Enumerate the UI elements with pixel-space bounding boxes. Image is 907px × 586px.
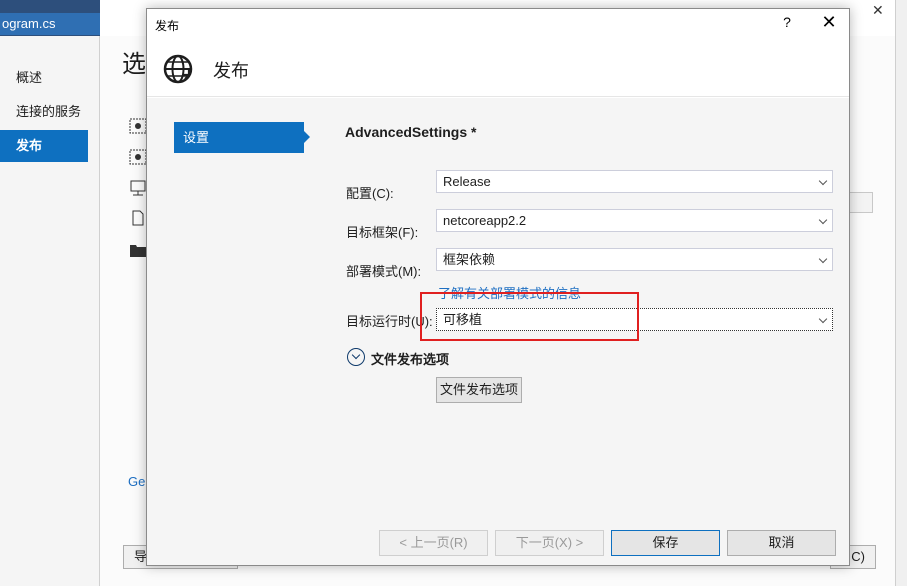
dialog-header-title: 发布 [213,61,249,81]
close-button[interactable]: ✕ [817,12,841,36]
step-settings[interactable]: 设置 [174,122,310,153]
chevron-down-icon [818,176,828,186]
target-framework-select[interactable]: netcoreapp2.2 [436,209,833,232]
background-link[interactable]: Ge [128,474,145,489]
cancel-button[interactable]: 取消 [727,530,836,556]
sidebar-item-connected-services[interactable]: 连接的服务 [0,96,88,128]
target-runtime-select[interactable]: 可移植 [436,308,833,331]
deployment-mode-select[interactable]: 框架依赖 [436,248,833,271]
chevron-down-icon [818,314,828,324]
sidebar-item-overview[interactable]: 概述 [0,62,88,94]
configuration-label: 配置(C): [346,186,394,201]
dialog-title: 发布 [155,19,180,33]
deployment-mode-info-link[interactable]: 了解有关部署模式的信息 [438,283,581,302]
dialog-titlebar: 发布 ? ✕ [147,9,849,39]
background-heading: 选 [122,51,146,78]
background-sidebar: 概述 连接的服务 发布 [0,36,100,586]
previous-button[interactable]: < 上一页(R) [379,530,488,556]
dialog-header: 发布 [147,39,849,97]
chevron-down-icon [818,254,828,264]
sidebar-item-publish[interactable]: 发布 [0,130,88,162]
dialog-body: 设置 AdvancedSettings * 配置(C): Release 目标框… [147,98,849,565]
target-runtime-value: 可移植 [443,312,483,327]
target-azure-icon[interactable] [129,149,147,165]
deployment-mode-value: 框架依赖 [443,252,496,267]
background-close-icon[interactable]: ✕ [872,2,884,19]
file-publish-options-button[interactable]: 文件发布选项 [436,377,522,403]
section-title: AdvancedSettings * [345,124,477,140]
configuration-select[interactable]: Release [436,170,833,193]
background-right-edge [895,0,907,586]
target-runtime-label: 目标运行时(U): [346,314,433,329]
publish-dialog: 发布 ? ✕ 发布 设置 AdvancedSettings * 配置(C): R… [146,8,850,566]
background-file-tab[interactable]: ogram.cs [0,13,100,35]
target-framework-label: 目标框架(F): [346,225,419,240]
deployment-mode-label: 部署模式(M): [346,264,422,279]
target-framework-value: netcoreapp2.2 [443,213,527,228]
save-button[interactable]: 保存 [611,530,720,556]
help-button[interactable]: ? [777,14,797,34]
target-file-icon[interactable] [129,210,147,226]
target-folder-icon-selected[interactable] [129,242,147,258]
file-publish-options-expander[interactable] [347,348,365,366]
next-button[interactable]: 下一页(X) > [495,530,604,556]
background-input-field[interactable] [848,192,873,213]
target-folder-icon[interactable] [129,118,147,134]
chevron-down-icon [818,215,828,225]
globe-publish-icon [163,54,193,84]
configuration-value: Release [443,174,491,189]
target-iis-icon[interactable] [129,180,147,196]
file-publish-options-heading: 文件发布选项 [371,352,450,367]
